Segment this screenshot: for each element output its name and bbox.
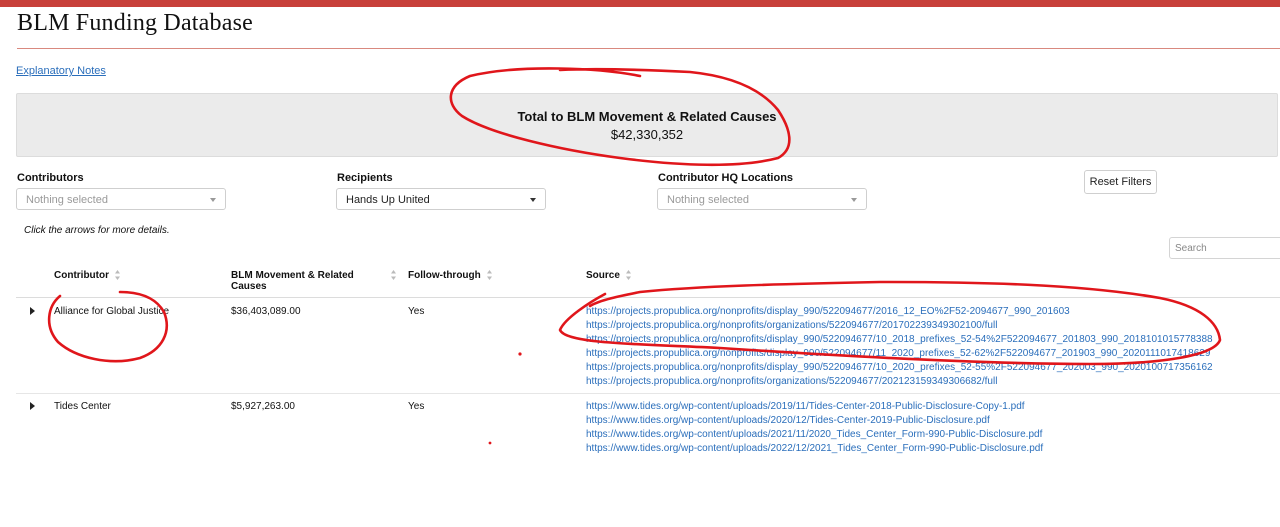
contributors-filter-label: Contributors bbox=[17, 172, 84, 184]
column-header-label: BLM Movement & Related bbox=[231, 270, 354, 281]
source-link[interactable]: https://www.tides.org/wp-content/uploads… bbox=[586, 442, 1043, 456]
source-link[interactable]: https://projects.propublica.org/nonprofi… bbox=[586, 319, 1213, 333]
table-cell-follow-through: Yes bbox=[408, 401, 425, 412]
locations-filter-label: Contributor HQ Locations bbox=[658, 172, 794, 184]
expand-row-icon[interactable] bbox=[30, 402, 35, 410]
source-link[interactable]: https://www.tides.org/wp-content/uploads… bbox=[586, 428, 1043, 442]
total-value: $42,330,352 bbox=[610, 127, 684, 142]
sort-icon[interactable] bbox=[391, 270, 396, 283]
annotation-circle bbox=[47, 290, 169, 363]
recipients-filter-label: Recipients bbox=[337, 172, 393, 184]
source-link[interactable]: https://www.tides.org/wp-content/uploads… bbox=[586, 414, 1043, 428]
table-row-divider bbox=[16, 393, 1280, 394]
source-link[interactable]: https://www.tides.org/wp-content/uploads… bbox=[586, 400, 1043, 414]
source-link[interactable]: https://projects.propublica.org/nonprofi… bbox=[586, 375, 1213, 389]
chevron-down-icon bbox=[530, 198, 536, 202]
explanatory-notes-link[interactable]: Explanatory Notes bbox=[16, 65, 106, 77]
expand-row-icon[interactable] bbox=[30, 307, 35, 315]
table-cell-follow-through: Yes bbox=[408, 306, 425, 317]
recipients-select[interactable]: Hands Up United bbox=[336, 188, 546, 210]
chevron-down-icon bbox=[210, 198, 216, 202]
column-header-label: Causes bbox=[231, 281, 267, 292]
expand-hint-text: Click the arrows for more details. bbox=[24, 225, 170, 236]
locations-select[interactable]: Nothing selected bbox=[657, 188, 867, 210]
source-link[interactable]: https://projects.propublica.org/nonprofi… bbox=[586, 305, 1213, 319]
chevron-down-icon bbox=[851, 198, 857, 202]
total-title: Total to BLM Movement & Related Causes bbox=[517, 109, 777, 124]
column-header-source[interactable]: Source bbox=[586, 270, 631, 281]
table-cell-sources: https://projects.propublica.org/nonprofi… bbox=[586, 305, 1213, 389]
source-link[interactable]: https://projects.propublica.org/nonprofi… bbox=[586, 333, 1213, 347]
column-header-contributor[interactable]: Contributor bbox=[54, 270, 120, 281]
sort-icon bbox=[486, 270, 492, 281]
source-link[interactable]: https://projects.propublica.org/nonprofi… bbox=[586, 361, 1213, 375]
table-cell-amount: $36,403,089.00 bbox=[231, 306, 301, 317]
table-header-divider bbox=[16, 297, 1280, 298]
annotation-dot bbox=[488, 441, 492, 445]
table-cell-amount: $5,927,263.00 bbox=[231, 401, 295, 412]
site-title: BLM Funding Database bbox=[17, 10, 253, 36]
table-cell-sources: https://www.tides.org/wp-content/uploads… bbox=[586, 400, 1043, 456]
search-input[interactable]: Search bbox=[1169, 237, 1280, 259]
sort-icon bbox=[625, 270, 631, 281]
locations-select-value: Nothing selected bbox=[667, 194, 749, 206]
column-header-label: Follow-through bbox=[408, 270, 481, 281]
table-cell-contributor: Alliance for Global Justice bbox=[54, 306, 170, 317]
column-header-label: Source bbox=[586, 270, 620, 281]
recipients-select-value: Hands Up United bbox=[346, 194, 430, 206]
table-cell-contributor: Tides Center bbox=[54, 401, 111, 412]
total-summary-box: Total to BLM Movement & Related Causes $… bbox=[16, 93, 1278, 157]
sort-icon bbox=[114, 270, 120, 281]
contributors-select-value: Nothing selected bbox=[26, 194, 108, 206]
source-link[interactable]: https://projects.propublica.org/nonprofi… bbox=[586, 347, 1213, 361]
top-accent-bar bbox=[0, 0, 1280, 7]
column-header-amount[interactable]: BLM Movement & Related Causes bbox=[231, 270, 354, 292]
column-header-follow-through[interactable]: Follow-through bbox=[408, 270, 492, 281]
column-header-label: Contributor bbox=[54, 270, 109, 281]
contributors-select[interactable]: Nothing selected bbox=[16, 188, 226, 210]
annotation-dot bbox=[518, 352, 522, 356]
title-divider bbox=[17, 48, 1280, 49]
reset-filters-button[interactable]: Reset Filters bbox=[1084, 170, 1157, 194]
